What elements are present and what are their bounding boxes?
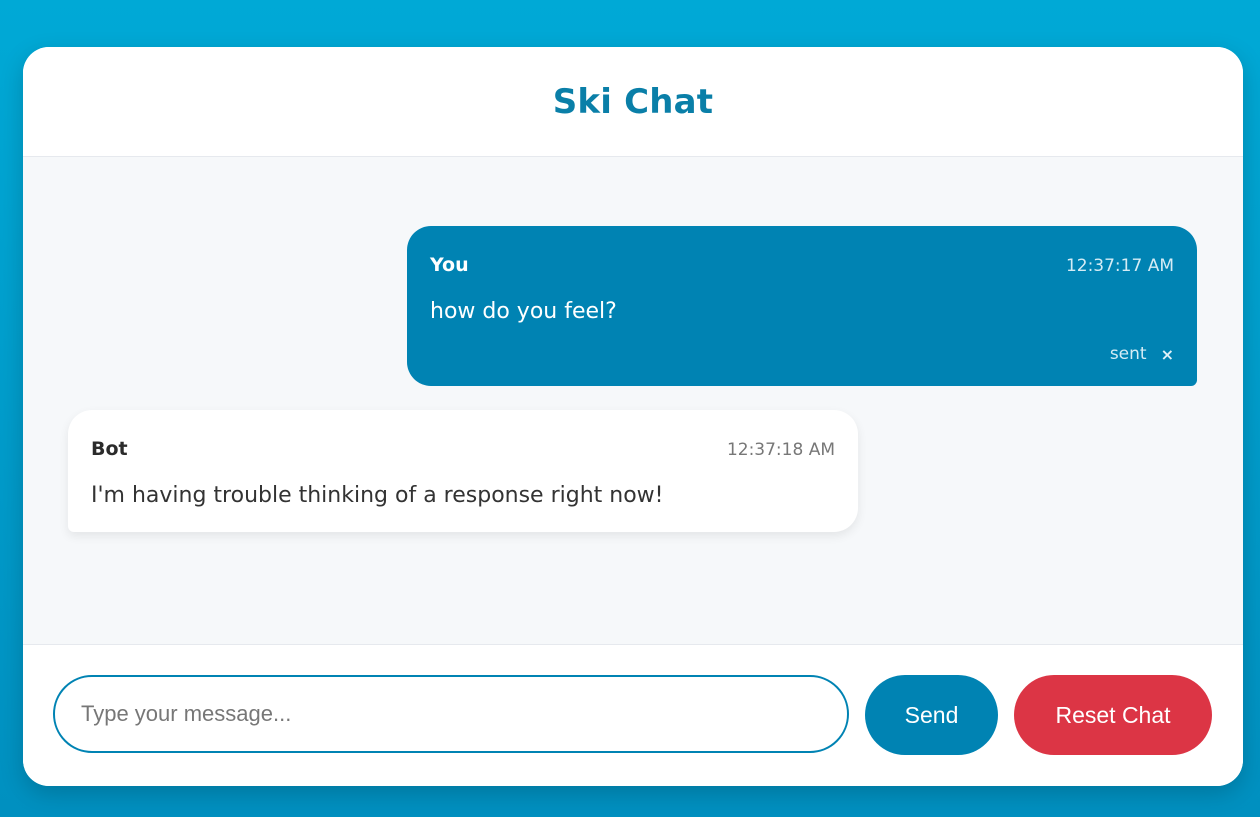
- chat-window: Ski Chat You 12:37:17 AM how do you feel…: [23, 47, 1243, 786]
- page-title: Ski Chat: [552, 81, 714, 122]
- user-message: You 12:37:17 AM how do you feel? sent ×: [407, 226, 1197, 386]
- message-sender: Bot: [91, 438, 128, 460]
- message-list[interactable]: You 12:37:17 AM how do you feel? sent × …: [23, 157, 1243, 645]
- message-composer: Send Reset Chat: [23, 645, 1243, 786]
- message-timestamp: 12:37:18 AM: [726, 440, 835, 460]
- message-status-row: sent ×: [1110, 344, 1174, 364]
- message-status: sent: [1109, 344, 1147, 364]
- message-text: I'm having trouble thinking of a respons…: [91, 483, 664, 508]
- message-input[interactable]: [53, 675, 849, 753]
- message-timestamp: 12:37:17 AM: [1065, 256, 1174, 276]
- reset-chat-button[interactable]: Reset Chat: [1014, 675, 1212, 755]
- message-header: Bot 12:37:18 AM: [91, 438, 835, 460]
- bot-message: Bot 12:37:18 AM I'm having trouble think…: [68, 410, 858, 532]
- message-header: You 12:37:17 AM: [430, 254, 1174, 276]
- message-text: how do you feel?: [430, 299, 617, 324]
- close-icon[interactable]: ×: [1161, 345, 1174, 364]
- chat-header: Ski Chat: [23, 47, 1243, 157]
- send-button[interactable]: Send: [865, 675, 998, 755]
- message-sender: You: [430, 254, 469, 276]
